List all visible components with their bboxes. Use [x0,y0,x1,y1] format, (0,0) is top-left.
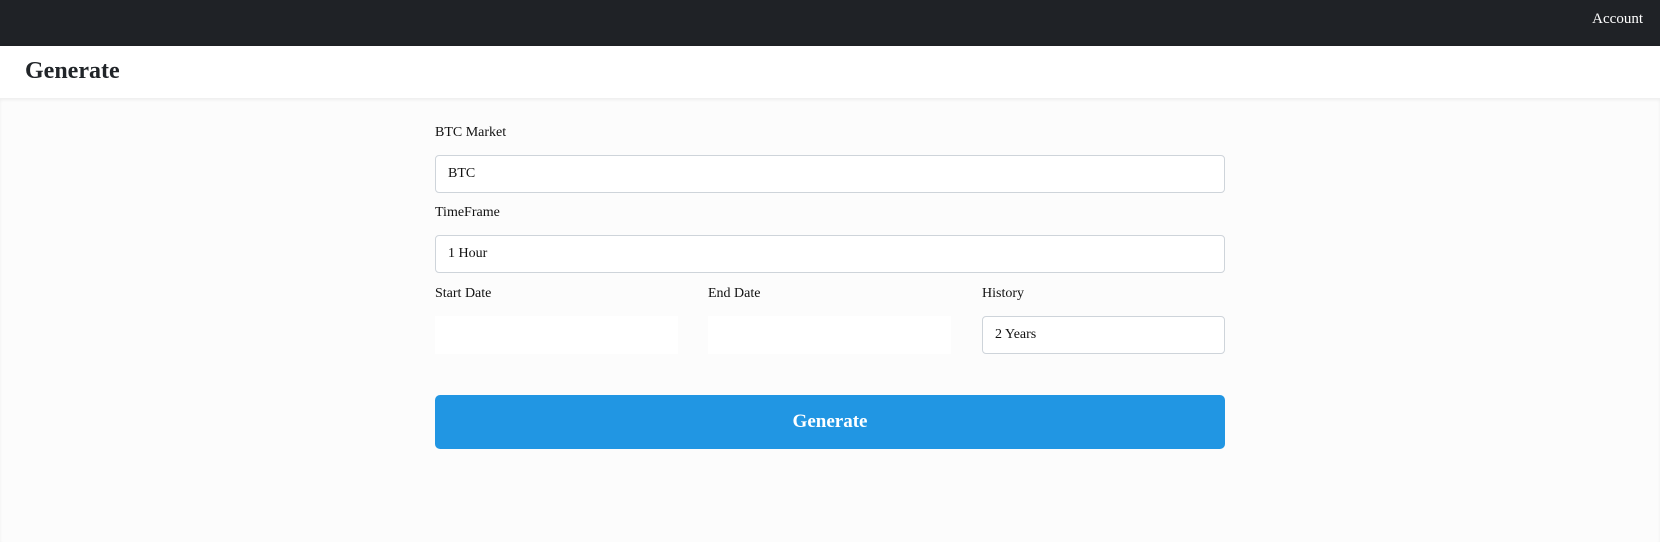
timeframe-select[interactable]: 1 Hour [435,235,1225,273]
account-link[interactable]: Account [1592,11,1643,28]
page-title: Generate [25,58,120,84]
timeframe-label: TimeFrame [435,205,500,220]
market-label: BTC Market [435,125,507,140]
top-navbar: Account [0,0,1660,46]
start-date-label: Start Date [435,286,492,301]
generate-button[interactable]: Generate [435,395,1225,449]
history-label: History [982,286,1024,301]
page-header: Generate [0,46,1660,98]
main-content: BTC Market BTC TimeFrame 1 Hour Start Da… [0,98,1660,542]
start-date-input[interactable] [435,316,678,354]
market-select[interactable]: BTC [435,155,1225,193]
end-date-input[interactable] [708,316,951,354]
history-select[interactable]: 2 Years [982,316,1225,354]
end-date-label: End Date [708,286,761,301]
